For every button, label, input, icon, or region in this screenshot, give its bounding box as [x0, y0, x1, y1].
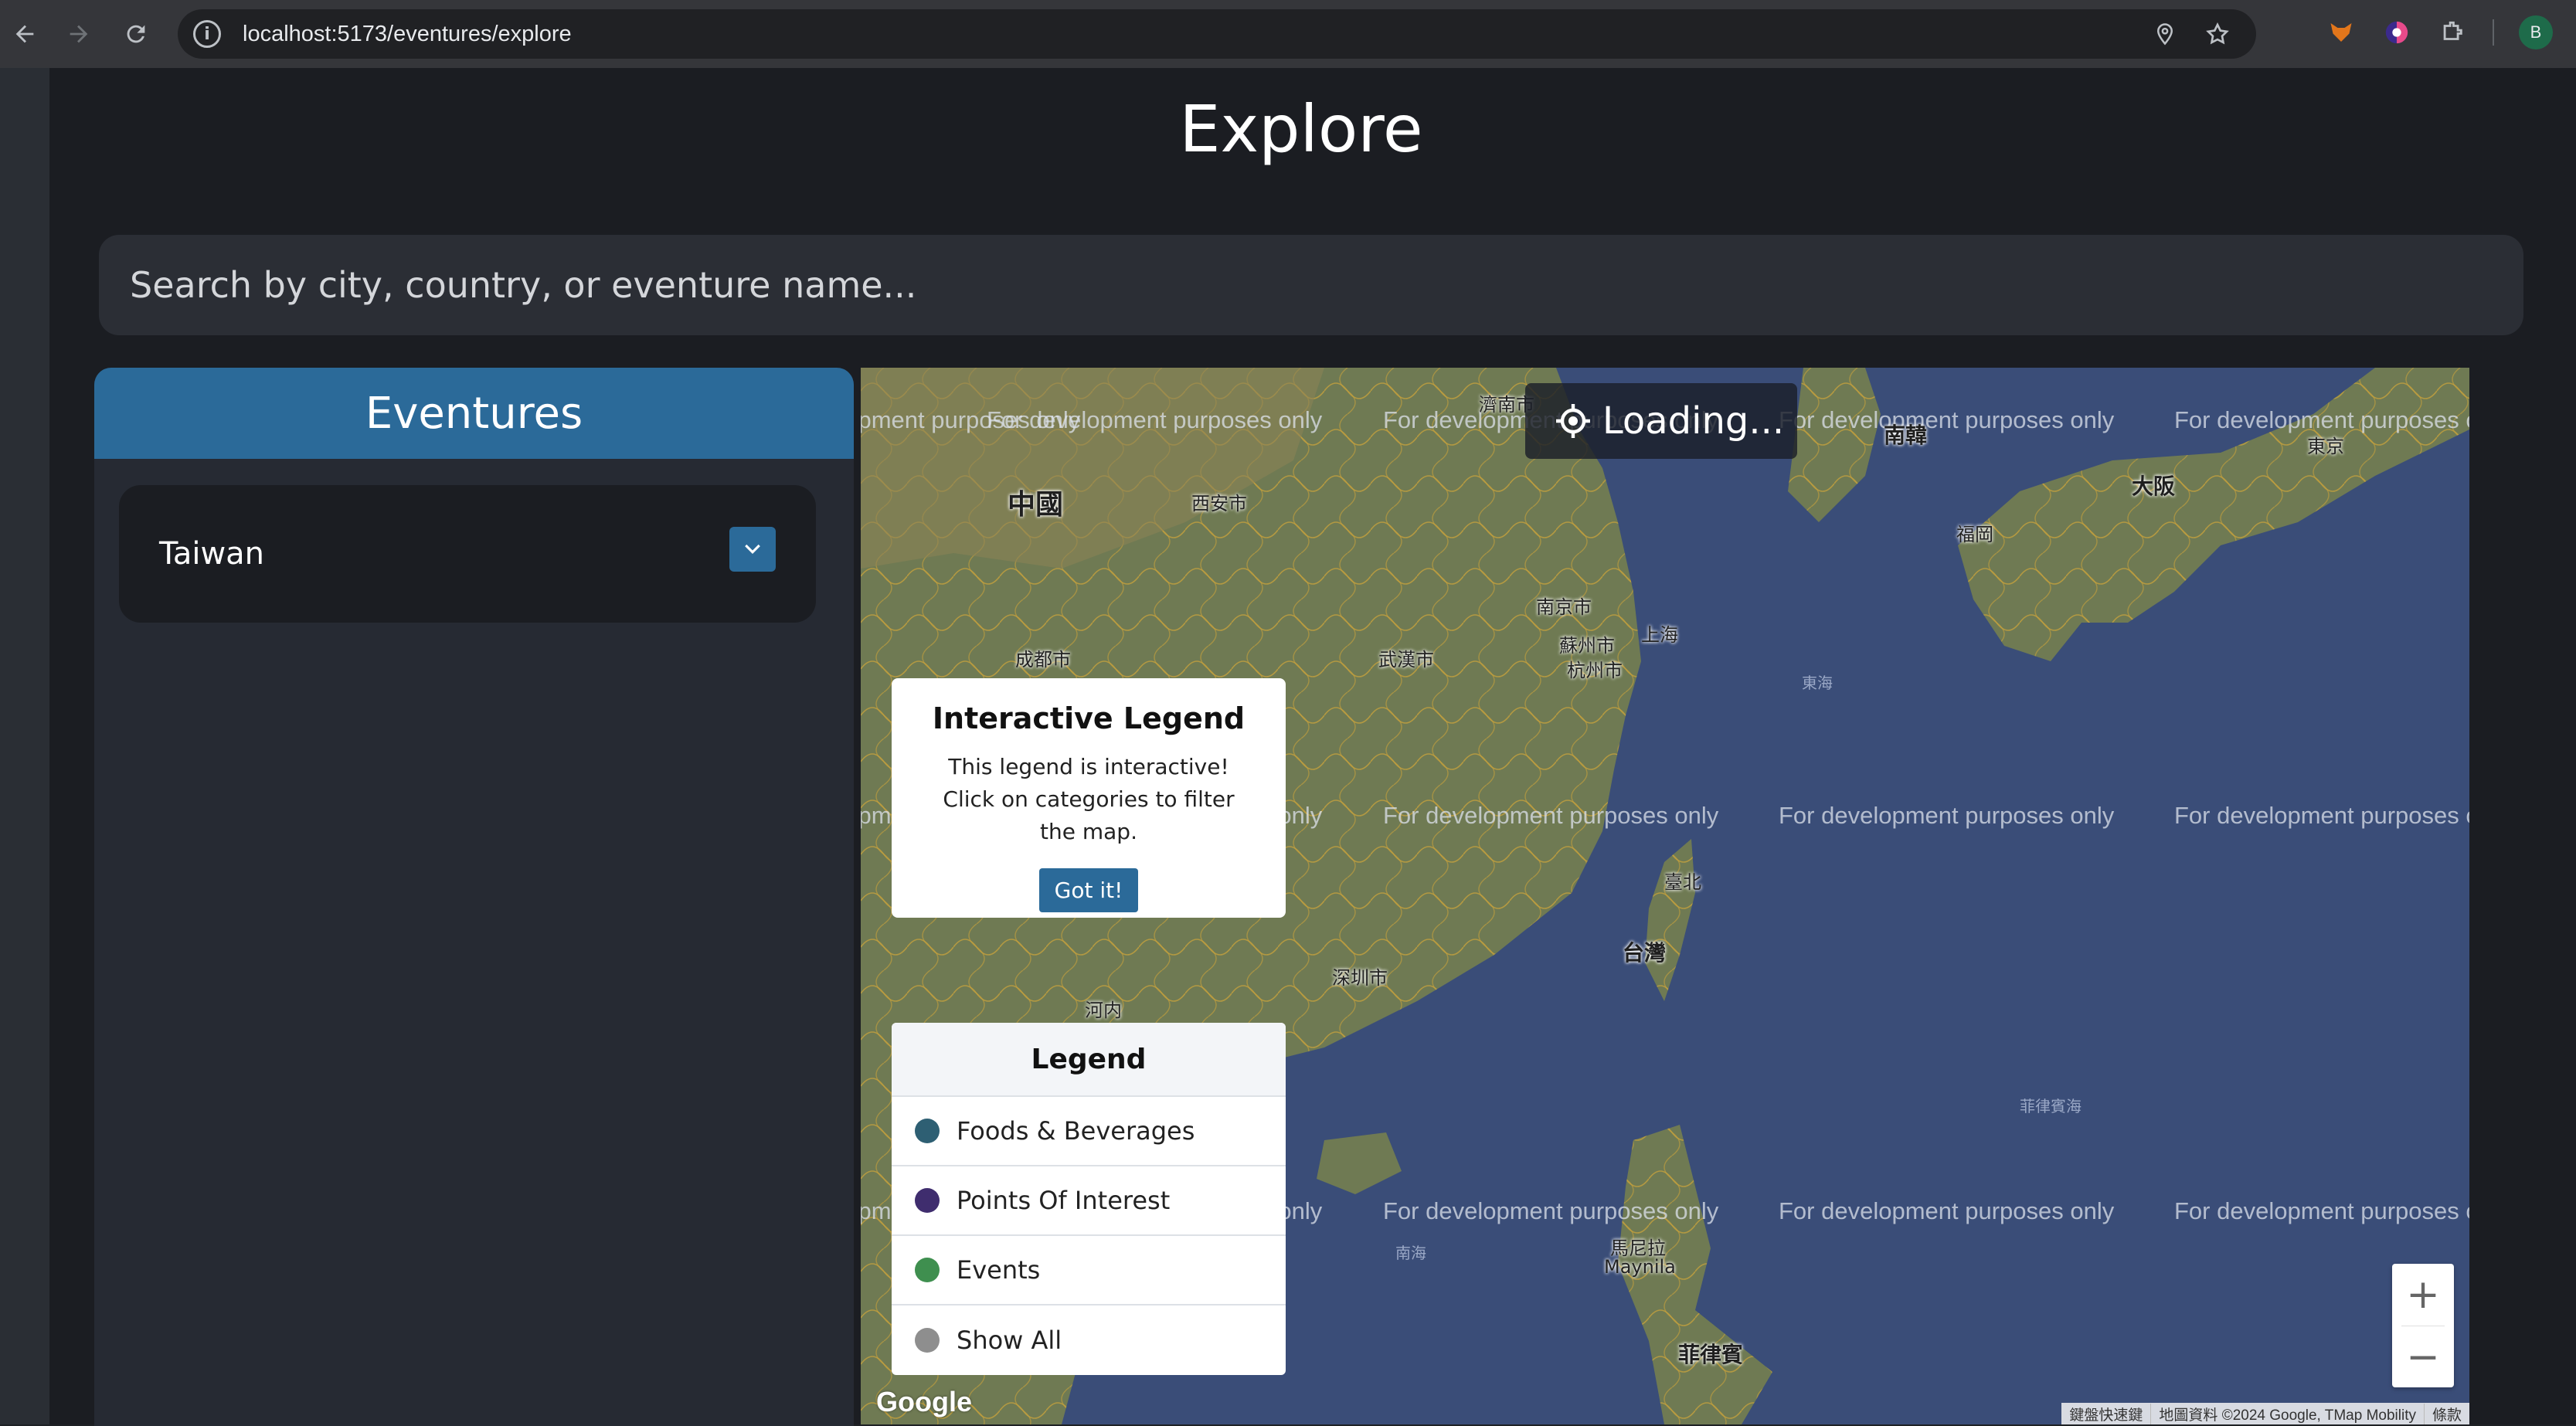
country-name: Taiwan: [159, 536, 265, 572]
popup-title: Interactive Legend: [932, 701, 1246, 735]
dev-watermark: For development purposes only: [2174, 1197, 2469, 1224]
locate-me-loading-button[interactable]: Loading...: [1525, 383, 1797, 459]
legend-item-label: Points Of Interest: [957, 1186, 1171, 1215]
arrow-left-icon: [15, 25, 34, 43]
category-dot-icon: [915, 1258, 940, 1282]
map-data-credit: 地圖資料 ©2024 Google, TMap Mobility: [2150, 1403, 2424, 1424]
page-title: Explore: [1179, 91, 1423, 167]
zoom-out-button[interactable]: −: [2392, 1326, 2454, 1388]
dev-watermark: For development purposes only: [2174, 406, 2469, 433]
category-dot-icon: [915, 1119, 940, 1143]
map-label: 杭州市: [1567, 660, 1623, 681]
map-legend: Legend Foods & Beverages Points Of Inter…: [892, 1023, 1286, 1375]
legend-item-points-of-interest[interactable]: Points Of Interest: [892, 1166, 1286, 1236]
keyboard-shortcuts-link[interactable]: 鍵盤快速鍵: [2061, 1404, 2150, 1424]
fox-extension-icon[interactable]: [2326, 17, 2357, 48]
location-pin-icon[interactable]: [2149, 19, 2180, 49]
profile-avatar[interactable]: B: [2519, 15, 2553, 49]
map-view[interactable]: For development purposes only For develo…: [861, 368, 2469, 1424]
map-label: 深圳市: [1332, 967, 1388, 989]
dev-watermark: For development purposes only: [1779, 1197, 2115, 1224]
popup-body: This legend is interactive! Click on cat…: [943, 754, 1235, 844]
map-label: 臺北: [1664, 871, 1701, 893]
chevron-down-icon: [745, 544, 760, 554]
site-info-icon[interactable]: i: [193, 20, 221, 48]
eventures-panel-header: Eventures: [94, 368, 854, 459]
map-label: 上海: [1641, 624, 1678, 646]
arrow-right-icon: [70, 25, 88, 43]
color-extension-icon[interactable]: [2381, 17, 2412, 48]
map-label: 東京: [2307, 436, 2344, 457]
forward-button[interactable]: [57, 12, 100, 56]
dev-watermark: For development purposes only: [1779, 406, 2115, 433]
map-attribution: 鍵盤快速鍵 地圖資料 ©2024 Google, TMap Mobility 條…: [2061, 1403, 2469, 1424]
map-label: 菲律賓海: [2020, 1097, 2082, 1115]
map-label: 菲律賓: [1678, 1342, 1744, 1367]
toolbar-divider: [2493, 19, 2494, 46]
map-label: 河内: [1085, 1000, 1122, 1021]
page-background: Explore Eventures Taiwan: [0, 68, 2576, 1426]
map-label: 福岡: [1956, 524, 1993, 545]
back-button[interactable]: [3, 12, 46, 56]
legend-title: Legend: [892, 1023, 1286, 1097]
dev-watermark: For development purposes only: [1383, 802, 1719, 829]
zoom-in-button[interactable]: +: [2392, 1264, 2454, 1326]
map-label: 西安市: [1191, 493, 1247, 514]
google-logo: Google: [876, 1386, 972, 1418]
legend-item-show-all[interactable]: Show All: [892, 1305, 1286, 1375]
terms-link[interactable]: 條款: [2423, 1403, 2469, 1424]
map-label: 南韓: [1884, 423, 1928, 448]
legend-item-label: Foods & Beverages: [957, 1116, 1195, 1146]
map-label: 大阪: [2132, 474, 2176, 499]
category-dot-icon: [915, 1188, 940, 1213]
crosshair-icon: [1556, 404, 1590, 438]
country-accordion-taiwan[interactable]: Taiwan: [119, 485, 816, 623]
map-label: 南海: [1395, 1244, 1426, 1262]
map-label: 武漢市: [1378, 649, 1434, 671]
legend-item-label: Events: [957, 1255, 1041, 1285]
loading-text: Loading...: [1602, 399, 1785, 443]
dev-watermark: For development purposes only: [987, 406, 1323, 433]
reload-button[interactable]: [114, 12, 158, 56]
legend-item-events[interactable]: Events: [892, 1236, 1286, 1305]
browser-toolbar: i localhost:5173/eventures/explore B: [0, 0, 2576, 68]
got-it-button[interactable]: Got it!: [1038, 868, 1139, 912]
address-bar[interactable]: i localhost:5173/eventures/explore: [178, 9, 2256, 59]
interactive-legend-popup: Interactive Legend This legend is intera…: [892, 678, 1286, 918]
map-label: Maynila: [1604, 1256, 1676, 1278]
map-label: 南京市: [1536, 596, 1592, 618]
legend-item-label: Show All: [957, 1326, 1062, 1355]
reload-icon: [127, 25, 145, 43]
search-input[interactable]: [99, 235, 2523, 335]
legend-item-foods-beverages[interactable]: Foods & Beverages: [892, 1097, 1286, 1166]
zoom-control: + −: [2392, 1264, 2454, 1387]
map-label: 台灣: [1623, 940, 1667, 966]
eventures-panel: Eventures Taiwan: [94, 368, 854, 1426]
expand-toggle-button[interactable]: [729, 527, 776, 572]
map-label: 成都市: [1015, 649, 1071, 671]
category-dot-icon: [915, 1328, 940, 1353]
dev-watermark: For development purposes only: [2174, 802, 2469, 829]
map-label: 中國: [1008, 489, 1064, 521]
bookmark-star-icon[interactable]: [2202, 19, 2233, 49]
map-label: 東海: [1802, 674, 1833, 692]
dev-watermark: For development purposes only: [1779, 802, 2115, 829]
map-label: 蘇州市: [1559, 635, 1615, 657]
extensions-puzzle-icon[interactable]: [2437, 17, 2468, 48]
url-text: localhost:5173/eventures/explore: [243, 21, 572, 46]
dev-watermark: For development purposes only: [1383, 1197, 1719, 1224]
